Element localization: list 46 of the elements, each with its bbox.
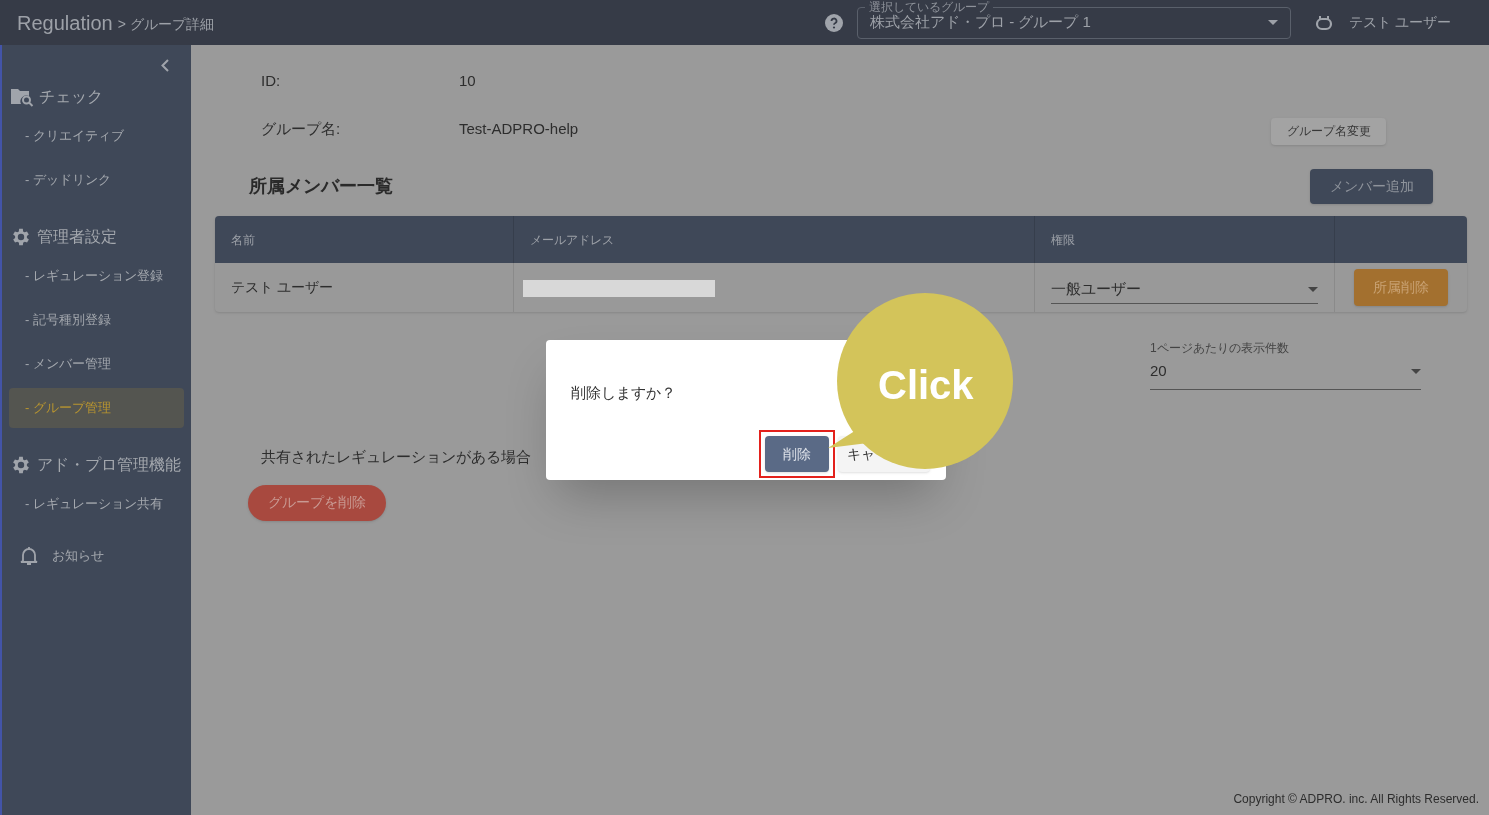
column-header: 権限 (1035, 216, 1335, 263)
sidebar-item[interactable]: - 記号種別登録 (9, 300, 184, 340)
per-page-label: 1ページあたりの表示件数 (1150, 340, 1290, 357)
gear-icon (10, 454, 32, 476)
callout-text: Click (878, 362, 974, 408)
sidebar-section-title: チェック (39, 87, 103, 107)
field-value: Test-ADPRO-help (459, 118, 579, 139)
group-select-value: 株式会社アド・プロ - グループ 1 (870, 13, 1092, 33)
delete-group-button[interactable]: グループを削除 (248, 484, 386, 521)
per-page-select[interactable]: 1ページあたりの表示件数 20 (1150, 339, 1421, 390)
sidebar-item[interactable]: - レギュレーション共有 (9, 484, 184, 524)
gear-icon (10, 226, 32, 248)
app-title: Regulation (17, 10, 113, 36)
sidebar-item[interactable]: - メンバー管理 (9, 344, 184, 384)
section-title: 所属メンバー一覧 (249, 175, 393, 198)
field-label: ID: (261, 70, 282, 91)
copyright: Copyright © ADPRO. inc. All Rights Reserved. (1233, 791, 1479, 808)
shared-regulation-note: 共有されたレギュレーションがある場合 (261, 447, 531, 465)
dropdown-caret-icon (1268, 20, 1279, 25)
sidebar-item[interactable]: お知らせ (52, 546, 104, 566)
delete-button[interactable]: 削除 (765, 436, 829, 472)
per-page-value: 20 (1150, 361, 1167, 381)
user-icon (1315, 14, 1334, 31)
bell-icon (20, 546, 38, 566)
rename-button[interactable]: グループ名変更 (1271, 117, 1386, 145)
column-header: 名前 (215, 216, 514, 263)
role-select[interactable]: 一般ユーザー (1051, 275, 1318, 304)
sidebar-section-title: アド・プロ管理機能 (37, 455, 181, 475)
collapse-chevron-icon[interactable] (161, 59, 169, 72)
sidebar-item[interactable]: - デッドリンク (9, 160, 184, 200)
sidebar-item[interactable]: - クリエイティブ (9, 116, 184, 156)
folder-search-icon (10, 87, 34, 107)
sidebar-item[interactable]: - レギュレーション登録 (9, 256, 184, 296)
dropdown-caret-icon (1411, 368, 1421, 374)
breadcrumb: > グループ詳細 (117, 14, 214, 34)
group-select-label: 選択しているグループ (865, 0, 994, 13)
field-value: 10 (459, 70, 476, 91)
add-member-button[interactable]: メンバー追加 (1310, 169, 1433, 204)
dropdown-caret-icon (1308, 286, 1318, 292)
column-header: メールアドレス (514, 216, 1035, 263)
sidebar-section-title: 管理者設定 (37, 227, 117, 247)
table-cell-text: テスト ユーザー (231, 278, 333, 297)
help-icon (825, 13, 844, 32)
field-label: グループ名: (261, 118, 342, 139)
sidebar-item[interactable]: - グループ管理 (9, 388, 184, 428)
user-name: テスト ユーザー (1349, 13, 1451, 32)
